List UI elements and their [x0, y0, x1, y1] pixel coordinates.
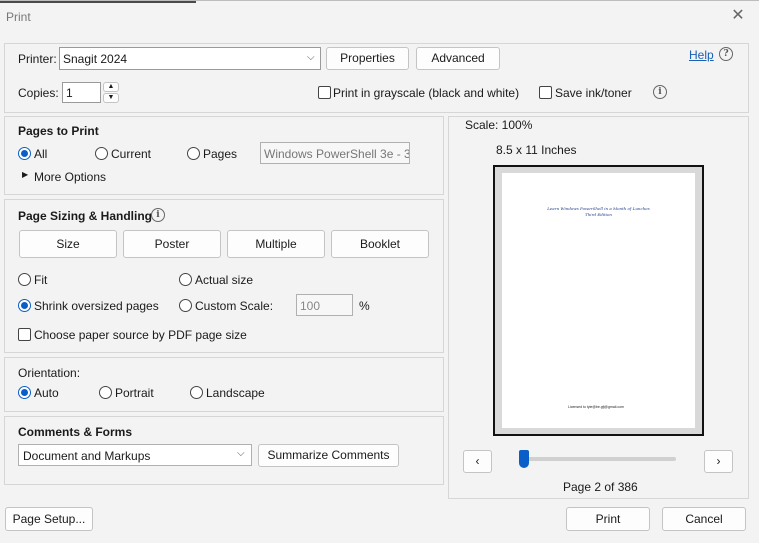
pages-range-input[interactable]: Windows PowerShell 3e - 36	[260, 142, 410, 164]
page-slider-track[interactable]	[519, 457, 676, 461]
custom-scale-label: Custom Scale:	[195, 299, 274, 313]
copies-down-button[interactable]: ▼	[103, 93, 119, 103]
cancel-button[interactable]: Cancel	[662, 507, 746, 531]
chevron-down-icon: ⌵	[237, 448, 245, 459]
comments-select-value: Document and Markups	[23, 449, 151, 463]
auto-label: Auto	[34, 386, 59, 400]
actual-size-radio[interactable]	[179, 273, 192, 286]
title-bar: Print ✕	[0, 0, 759, 34]
landscape-radio[interactable]	[190, 386, 203, 399]
printer-select[interactable]: Snagit 2024 ⌵	[59, 47, 321, 70]
paper-size-label: 8.5 x 11 Inches	[496, 143, 577, 157]
auto-radio[interactable]	[18, 386, 31, 399]
percent-label: %	[359, 299, 370, 313]
grayscale-checkbox[interactable]	[318, 86, 331, 99]
current-radio[interactable]	[95, 147, 108, 160]
fit-label: Fit	[34, 273, 48, 287]
all-radio[interactable]	[18, 147, 31, 160]
fit-radio[interactable]	[18, 273, 31, 286]
copies-value: 1	[66, 86, 73, 100]
more-options-link[interactable]: More Options	[34, 170, 106, 184]
pages-label: Pages	[203, 147, 238, 161]
size-button[interactable]: Size	[19, 230, 117, 258]
title-bar-accent	[0, 1, 196, 3]
printer-label: Printer:	[18, 52, 57, 66]
all-label: All	[34, 147, 48, 161]
printer-select-value: Snagit 2024	[63, 52, 128, 66]
landscape-label: Landscape	[206, 386, 265, 400]
shrink-label: Shrink oversized pages	[34, 299, 159, 313]
print-button[interactable]: Print	[566, 507, 650, 531]
summarize-comments-button[interactable]: Summarize Comments	[258, 444, 399, 467]
copies-input[interactable]: 1	[62, 82, 101, 103]
multiple-button[interactable]: Multiple	[227, 230, 325, 258]
actual-size-label: Actual size	[195, 273, 254, 287]
orientation-heading: Orientation:	[18, 366, 81, 380]
comments-select[interactable]: Document and Markups ⌵	[18, 444, 252, 466]
custom-scale-input[interactable]: 100	[296, 294, 353, 316]
prev-page-button[interactable]: ‹	[463, 450, 492, 473]
close-icon[interactable]: ✕	[729, 7, 747, 25]
help-icon[interactable]: ?	[719, 47, 733, 61]
custom-scale-value: 100	[300, 299, 321, 313]
chevron-down-icon: ⌵	[307, 52, 315, 63]
portrait-label: Portrait	[115, 386, 154, 400]
pages-radio[interactable]	[187, 147, 200, 160]
poster-button[interactable]: Poster	[123, 230, 221, 258]
copies-label: Copies:	[18, 86, 59, 100]
paper-source-checkbox[interactable]	[18, 328, 31, 341]
advanced-button[interactable]: Advanced	[416, 47, 500, 70]
page-setup-button[interactable]: Page Setup...	[5, 507, 93, 531]
comments-heading: Comments & Forms	[18, 425, 133, 439]
pages-range-value: Windows PowerShell 3e - 36	[264, 147, 410, 161]
grayscale-label: Print in grayscale (black and white)	[333, 86, 520, 100]
copies-stepper[interactable]: ▲ ▼	[103, 82, 119, 103]
shrink-radio[interactable]	[18, 299, 31, 312]
paper-source-label: Choose paper source by PDF page size	[34, 328, 247, 342]
page-title-line2: Third Edition	[585, 212, 612, 217]
page-title: Learn Windows PowerShell in a Month of L…	[502, 206, 695, 218]
page-preview: Learn Windows PowerShell in a Month of L…	[502, 173, 695, 428]
pages-to-print-heading: Pages to Print	[18, 124, 99, 138]
sizing-info-icon[interactable]: i	[151, 208, 165, 222]
save-ink-label: Save ink/toner	[555, 86, 632, 100]
scale-label: Scale: 100%	[465, 118, 533, 132]
current-label: Current	[111, 147, 152, 161]
window-title: Print	[6, 10, 31, 24]
custom-scale-radio[interactable]	[179, 299, 192, 312]
properties-button[interactable]: Properties	[326, 47, 409, 70]
save-ink-checkbox[interactable]	[539, 86, 552, 99]
page-footer: Licensed to tyle@be.gfj@gmail.com	[568, 405, 624, 409]
triangle-right-icon[interactable]: ▶	[22, 170, 28, 179]
page-slider-thumb[interactable]	[519, 450, 529, 468]
booklet-button[interactable]: Booklet	[331, 230, 429, 258]
page-indicator: Page 2 of 386	[563, 480, 638, 494]
help-link[interactable]: Help	[689, 48, 714, 62]
info-icon[interactable]: i	[653, 85, 667, 99]
copies-up-button[interactable]: ▲	[103, 82, 119, 92]
page-sizing-heading: Page Sizing & Handling	[18, 209, 153, 223]
portrait-radio[interactable]	[99, 386, 112, 399]
page-preview-frame: Learn Windows PowerShell in a Month of L…	[493, 165, 704, 436]
next-page-button[interactable]: ›	[704, 450, 733, 473]
